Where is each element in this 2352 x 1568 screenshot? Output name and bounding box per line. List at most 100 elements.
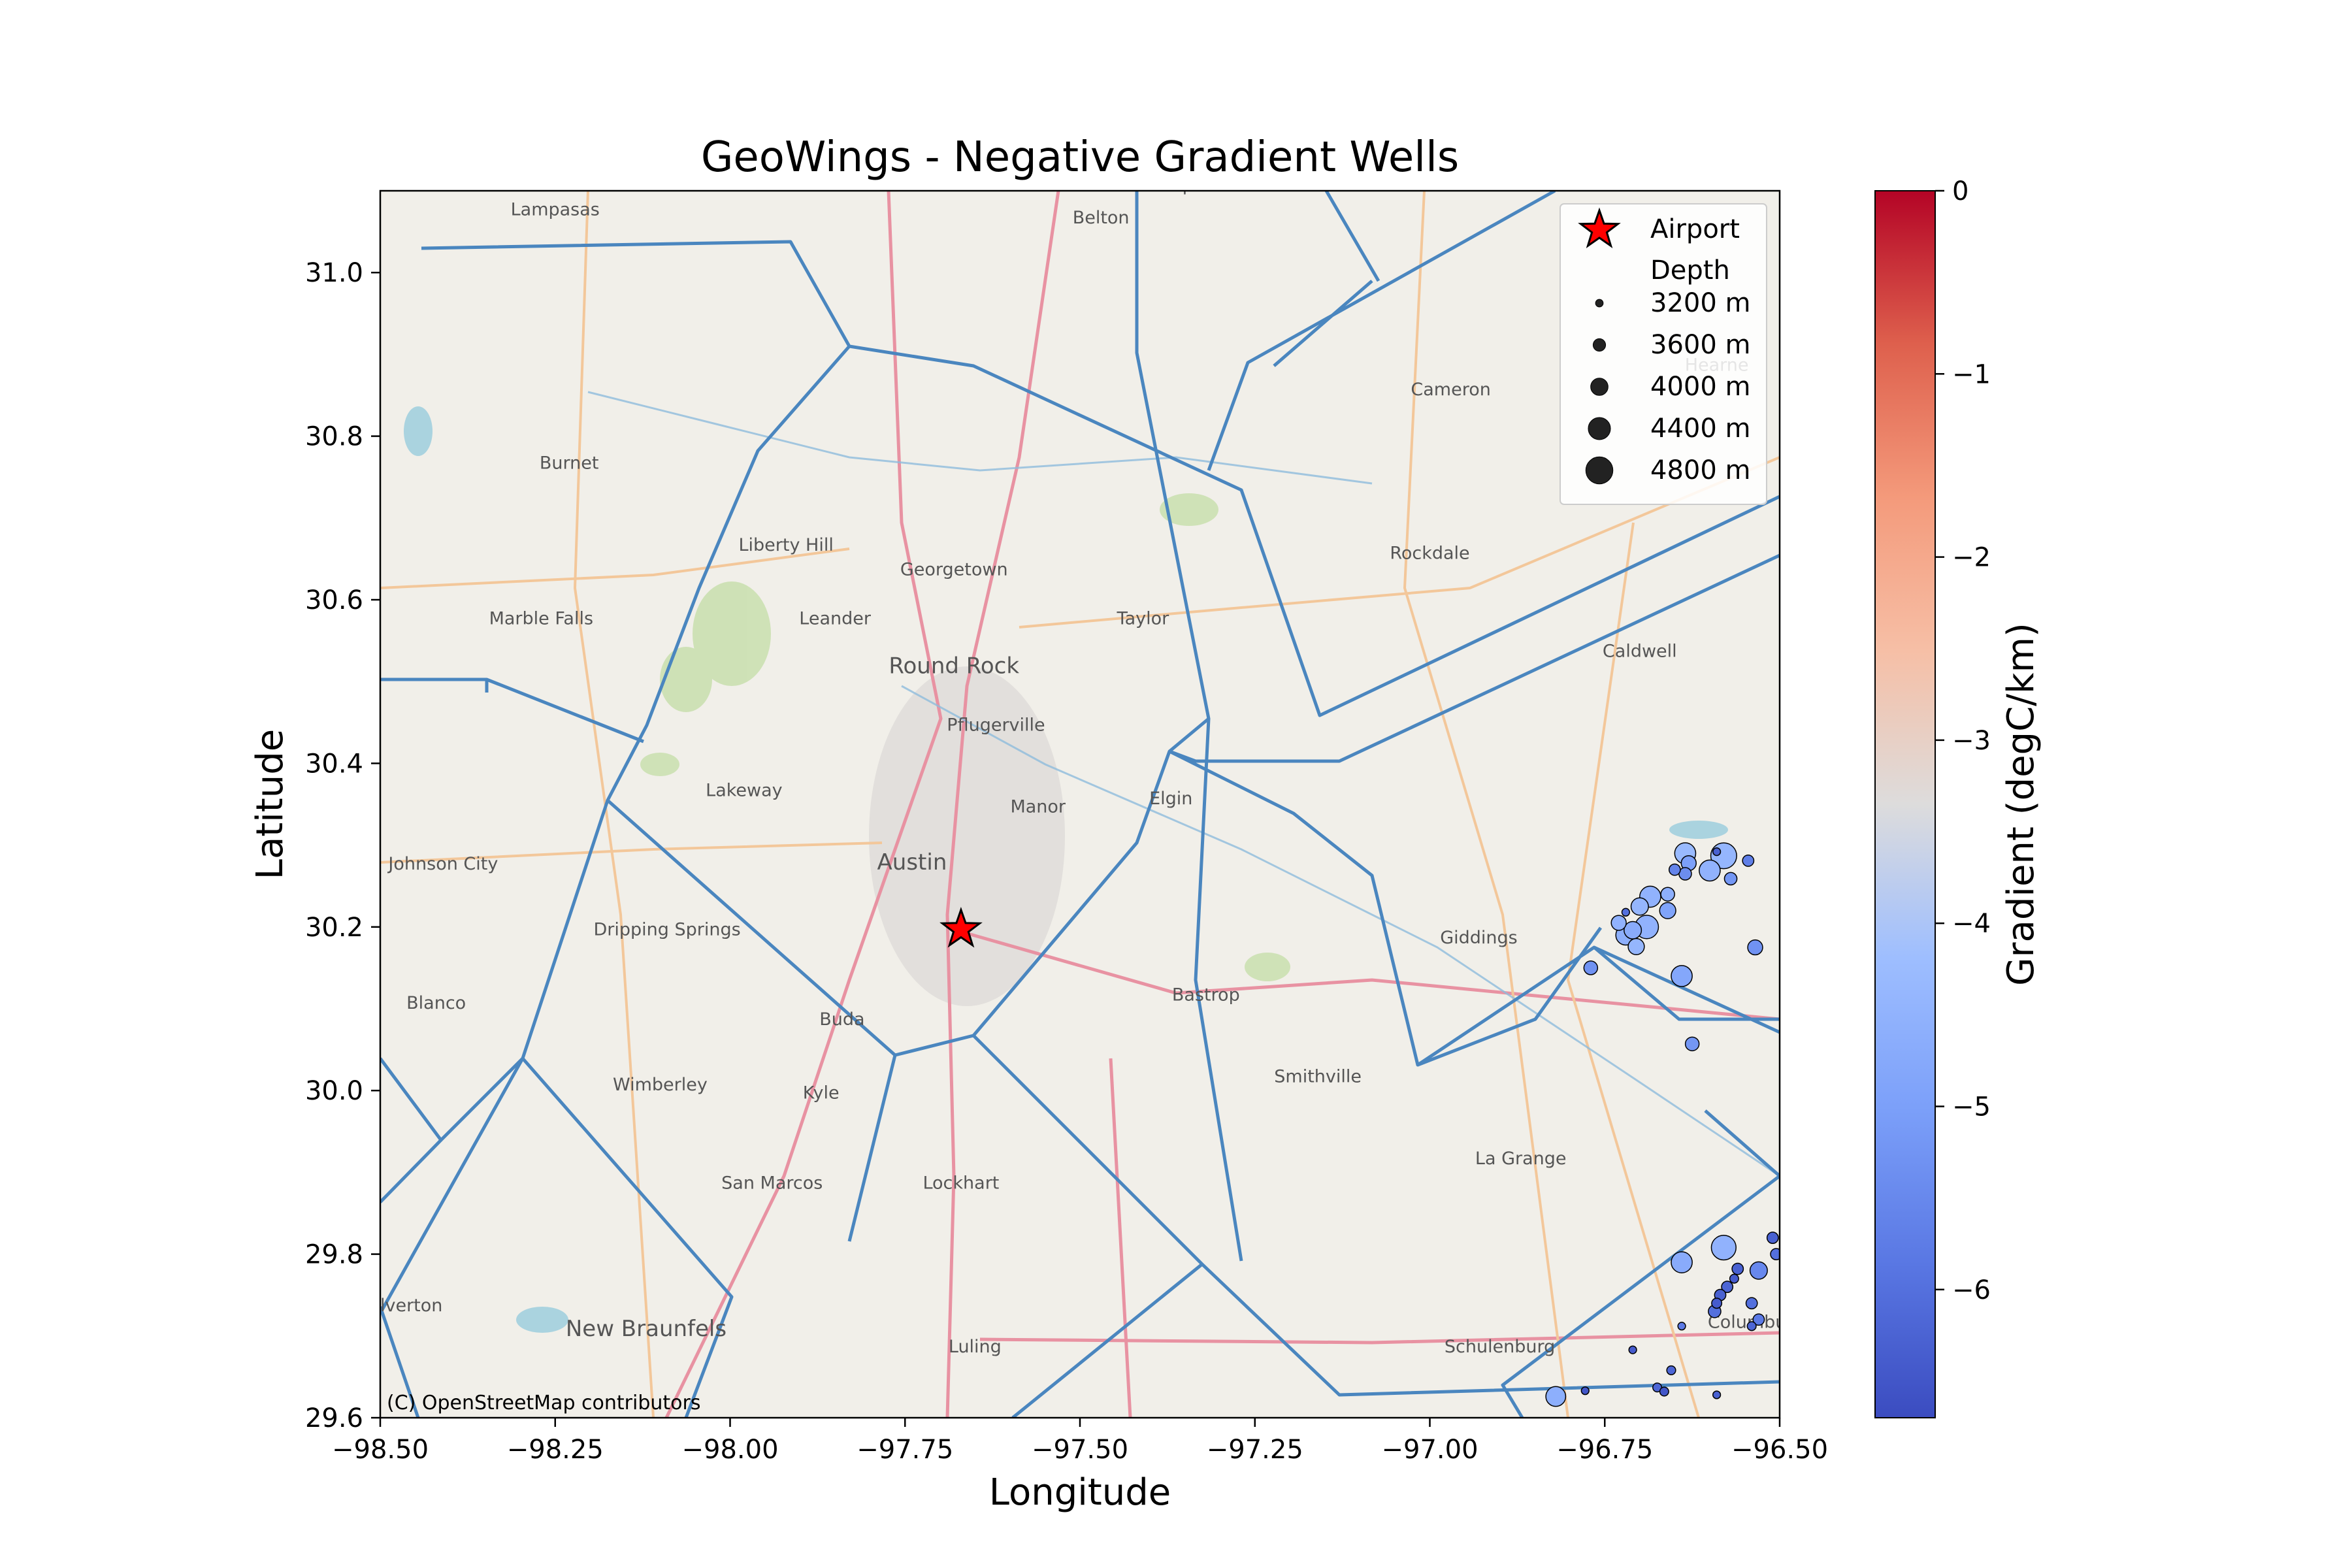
x-tick-label: −98.00: [681, 1435, 778, 1465]
town-label: Blanco: [406, 993, 466, 1013]
colorbar-tick-label: 0: [1952, 176, 1968, 206]
colorbar-tick-label: −5: [1952, 1092, 1991, 1122]
legend-depth-label: 4000 m: [1650, 372, 1750, 402]
well-marker[interactable]: [1723, 872, 1738, 886]
colorbar-tick-label: −4: [1952, 909, 1991, 939]
well-marker[interactable]: [1712, 847, 1722, 857]
town-label: Buda: [819, 1009, 864, 1030]
well-marker[interactable]: [1659, 902, 1676, 919]
town-label: Dripping Springs: [594, 919, 741, 939]
x-axis-label: Longitude: [989, 1471, 1171, 1514]
well-marker[interactable]: [1742, 854, 1755, 867]
well-marker[interactable]: [1746, 1321, 1757, 1331]
town-label: Lakeway: [706, 780, 783, 800]
well-marker[interactable]: [1731, 1262, 1744, 1275]
town-label: Johnson City: [387, 854, 498, 874]
colorbar-ticks: 0 −1 −2 −3 −4 −5 −6: [1935, 176, 1991, 1305]
town-label: Marble Falls: [489, 609, 593, 629]
well-marker[interactable]: [1766, 1232, 1779, 1244]
well-marker[interactable]: [1747, 939, 1763, 956]
x-tick-label: −97.25: [1207, 1435, 1303, 1465]
well-marker[interactable]: [1671, 965, 1693, 987]
town-label: Manor: [1010, 797, 1066, 817]
legend-depth-marker: [1592, 338, 1607, 352]
town-label: Schulenburg: [1445, 1337, 1555, 1357]
y-tick-label: 30.6: [305, 585, 363, 615]
town-label: Liberty Hill: [739, 535, 834, 555]
colorbar-tick-label: −3: [1952, 726, 1991, 756]
town-label: San Marcos: [721, 1173, 823, 1193]
well-marker[interactable]: [1729, 1273, 1739, 1284]
well-marker[interactable]: [1660, 887, 1675, 902]
town-label: Round Rock: [889, 653, 1019, 679]
town-label: Luling: [949, 1337, 1002, 1357]
chart-title: GeoWings - Negative Gradient Wells: [701, 133, 1459, 182]
colorbar-tick-label: −2: [1952, 543, 1991, 573]
colorbar-gradient: [1874, 190, 1936, 1418]
colorbar-tick-label: −1: [1952, 359, 1991, 389]
town-label: Burnet: [540, 453, 599, 474]
town-label: Caldwell: [1603, 642, 1677, 662]
x-tick-label: −98.25: [507, 1435, 604, 1465]
well-marker[interactable]: [1710, 1234, 1737, 1261]
town-label: Giddings: [1440, 928, 1518, 948]
legend: Airport Depth 3200 m 3600 m 4000 m 4400 m 48…: [1560, 203, 1767, 505]
town-label: New Braunfels: [566, 1316, 727, 1342]
well-marker[interactable]: [1699, 859, 1721, 882]
well-marker[interactable]: [1580, 1386, 1590, 1396]
well-marker[interactable]: [1671, 1251, 1693, 1273]
town-label: Fulverton: [360, 1296, 443, 1316]
well-marker[interactable]: [1583, 960, 1599, 975]
legend-depth-label: 3600 m: [1650, 330, 1750, 360]
y-tick-label: 30.8: [305, 422, 363, 452]
town-label: Lockhart: [923, 1173, 999, 1193]
legend-depth-label: 3200 m: [1650, 288, 1750, 318]
well-marker[interactable]: [1545, 1386, 1567, 1407]
town-label: Bastrop: [1172, 985, 1240, 1005]
town-label: Austin: [877, 849, 947, 875]
town-label: La Grange: [1475, 1149, 1567, 1169]
well-marker[interactable]: [1627, 938, 1645, 955]
town-label: Taylor: [1117, 609, 1170, 629]
well-marker[interactable]: [1677, 1322, 1686, 1331]
well-marker[interactable]: [1630, 897, 1649, 916]
x-tick-label: −96.50: [1731, 1435, 1828, 1465]
town-label: Belton: [1073, 208, 1130, 228]
well-marker[interactable]: [1624, 921, 1642, 939]
well-marker[interactable]: [1749, 1261, 1768, 1280]
town-label: Leander: [799, 609, 872, 629]
well-marker[interactable]: [1610, 915, 1627, 931]
well-marker[interactable]: [1666, 1365, 1676, 1375]
osm-attribution: (C) OpenStreetMap contributors: [387, 1392, 700, 1414]
y-tick-label: 31.0: [305, 258, 363, 288]
y-tick-label: 29.6: [305, 1403, 363, 1433]
y-tick-label: 30.2: [305, 913, 363, 943]
well-marker[interactable]: [1712, 1390, 1722, 1399]
town-label: Wimberley: [613, 1075, 708, 1095]
y-tick-label: 30.0: [305, 1076, 363, 1106]
legend-depth-marker: [1588, 417, 1611, 440]
town-label: Lampasas: [511, 200, 600, 220]
legend-depth-title: Depth: [1650, 255, 1730, 286]
x-tick-label: −96.75: [1556, 1435, 1653, 1465]
town-label: Cameron: [1411, 380, 1490, 400]
x-axis: −98.50 −98.25 −98.00 −97.75 −97.50 −97.25 −97.…: [332, 1418, 1828, 1465]
well-marker[interactable]: [1668, 863, 1681, 876]
legend-depth-label: 4400 m: [1650, 414, 1750, 444]
x-tick-label: −97.75: [857, 1435, 953, 1465]
y-axis-label: Latitude: [249, 729, 291, 879]
town-label: Rockdale: [1390, 543, 1469, 563]
well-marker[interactable]: [1684, 1036, 1700, 1052]
x-tick-label: −97.50: [1032, 1435, 1128, 1465]
well-marker[interactable]: [1628, 1345, 1637, 1354]
y-tick-label: 29.8: [305, 1240, 363, 1270]
well-marker[interactable]: [1659, 1386, 1669, 1397]
well-marker[interactable]: [1745, 1297, 1758, 1310]
legend-depth-marker: [1595, 299, 1604, 308]
colorbar-tick-label: −6: [1952, 1275, 1991, 1305]
x-tick-label: −98.50: [332, 1435, 429, 1465]
well-marker[interactable]: [1711, 1298, 1723, 1309]
y-axis: 29.6 29.8 30.0 30.2 30.4 30.6 30.8 31.0: [305, 258, 380, 1433]
y-tick-label: 30.4: [305, 749, 363, 779]
well-marker[interactable]: [1621, 907, 1630, 917]
